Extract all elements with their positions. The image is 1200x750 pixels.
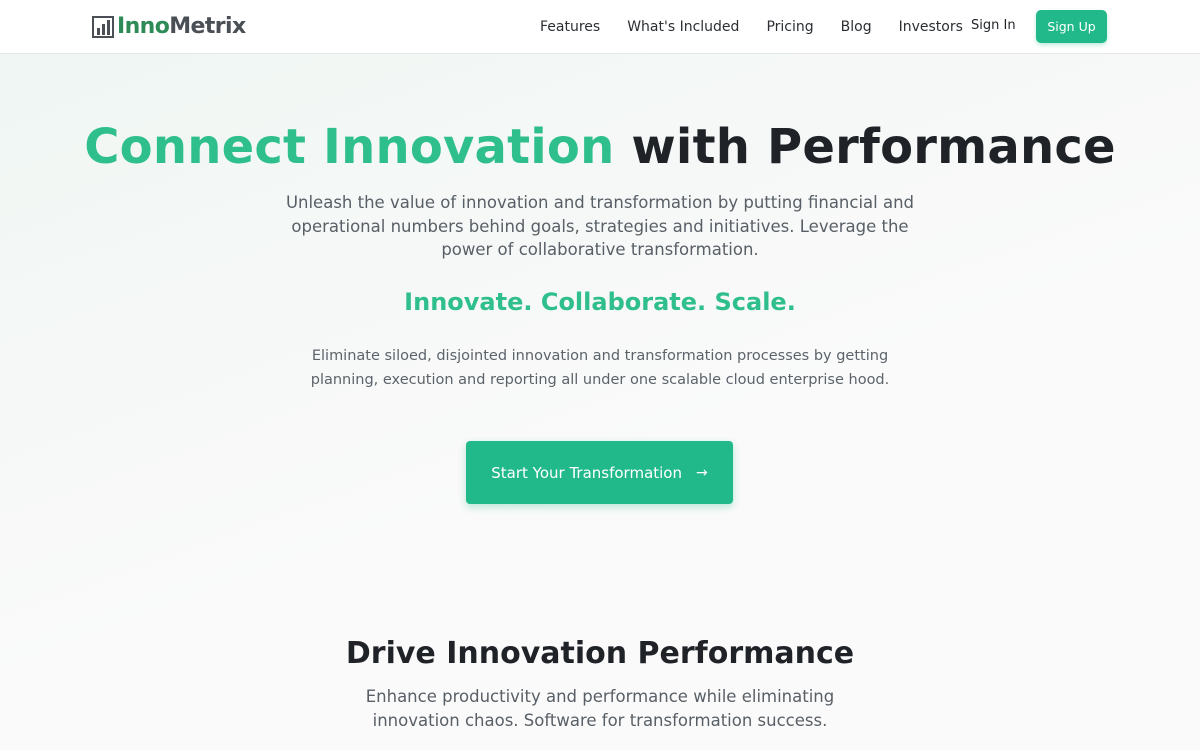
logo-text-metrix: Metrix <box>169 14 246 39</box>
hero-subtitle: Unleash the value of innovation and tran… <box>285 193 915 259</box>
sign-in-link[interactable]: Sign In <box>971 18 1016 33</box>
logo[interactable]: InnoMetrix <box>92 12 246 42</box>
logo-text-inno: Inno <box>117 14 170 39</box>
nav-link-pricing[interactable]: Pricing <box>766 19 813 35</box>
hero-tagline: Innovate. Collaborate. Scale. <box>404 288 796 316</box>
nav-link-blog[interactable]: Blog <box>841 19 872 35</box>
section-subtitle: Enhance productivity and performance whi… <box>365 687 835 730</box>
hero-title-rest: with Performance <box>631 119 1116 175</box>
section-title: Drive Innovation Performance <box>345 636 855 671</box>
hero-description: Eliminate siloed, disjointed innovation … <box>310 348 890 388</box>
logo-wordmark: InnoMetrix <box>117 12 246 42</box>
site-header: InnoMetrix Features What's Included Pric… <box>0 0 1200 54</box>
nav-link-whats-included[interactable]: What's Included <box>627 19 739 35</box>
arrow-right-icon: → <box>696 464 708 481</box>
nav-link-investors[interactable]: Investors <box>899 19 963 35</box>
landing-page: InnoMetrix Features What's Included Pric… <box>0 0 1200 750</box>
sign-up-button[interactable]: Sign Up <box>1036 10 1107 43</box>
hero-title: Connect Innovation with Performance <box>0 116 1200 178</box>
bar-chart-logo-icon <box>92 16 114 38</box>
hero-title-accent: Connect Innovation <box>84 119 615 175</box>
cta-label: Start Your Transformation <box>491 463 682 482</box>
main-nav: Features What's Included Pricing Blog In… <box>540 0 990 54</box>
nav-link-features[interactable]: Features <box>540 19 600 35</box>
start-transformation-button[interactable]: Start Your Transformation → <box>466 441 733 504</box>
